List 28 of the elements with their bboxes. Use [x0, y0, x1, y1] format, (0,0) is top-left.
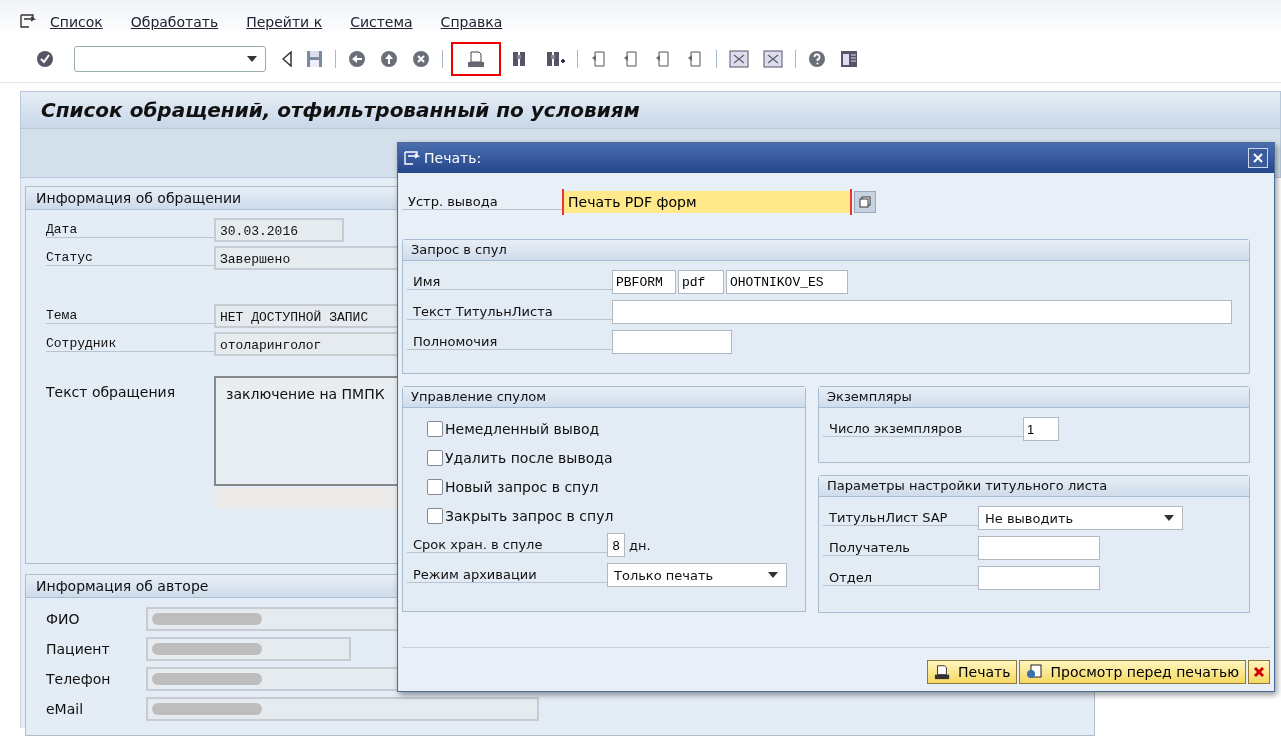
group-header: Запрос в спул [403, 240, 1249, 261]
field-label: Число экземпляров [823, 421, 1023, 437]
field-label: Режим архивации [407, 567, 607, 583]
screen-title: Список обращений, отфильтрованный по условиям [41, 98, 640, 122]
checkbox-label: Закрыть запрос в спул [445, 507, 614, 524]
field-label: Телефон [46, 671, 112, 687]
field-label: ТитульнЛист SAP [823, 510, 978, 526]
field-label: Полномочия [407, 334, 612, 350]
group-header: Параметры настройки титульного листа [819, 476, 1249, 497]
field-label: Тема [46, 308, 214, 324]
field-label: ФИО [46, 611, 81, 627]
field-label: Отдел [823, 570, 978, 586]
field-label: Текст ТитульнЛиста [407, 304, 612, 320]
field-label: Текст обращения [46, 383, 177, 402]
group-header: Управление спулом [403, 387, 805, 408]
dialog-title: Печать: [424, 150, 483, 166]
readonly-field: 30.03.2016 [214, 218, 344, 242]
field-label: Пациент [46, 641, 111, 657]
field-label: Срок хран. в спуле [407, 537, 607, 553]
group-header: Экземпляры [819, 387, 1249, 408]
field-label: Имя [407, 274, 612, 290]
field-label: eMail [46, 701, 85, 717]
field-label: Получатель [823, 540, 978, 556]
unit-label: дн. [629, 537, 651, 553]
field-label: Дата [46, 222, 214, 238]
field-label: Сотрудник [46, 336, 214, 352]
field-label: Статус [46, 250, 214, 266]
field-label: Устр. вывода [402, 194, 562, 210]
